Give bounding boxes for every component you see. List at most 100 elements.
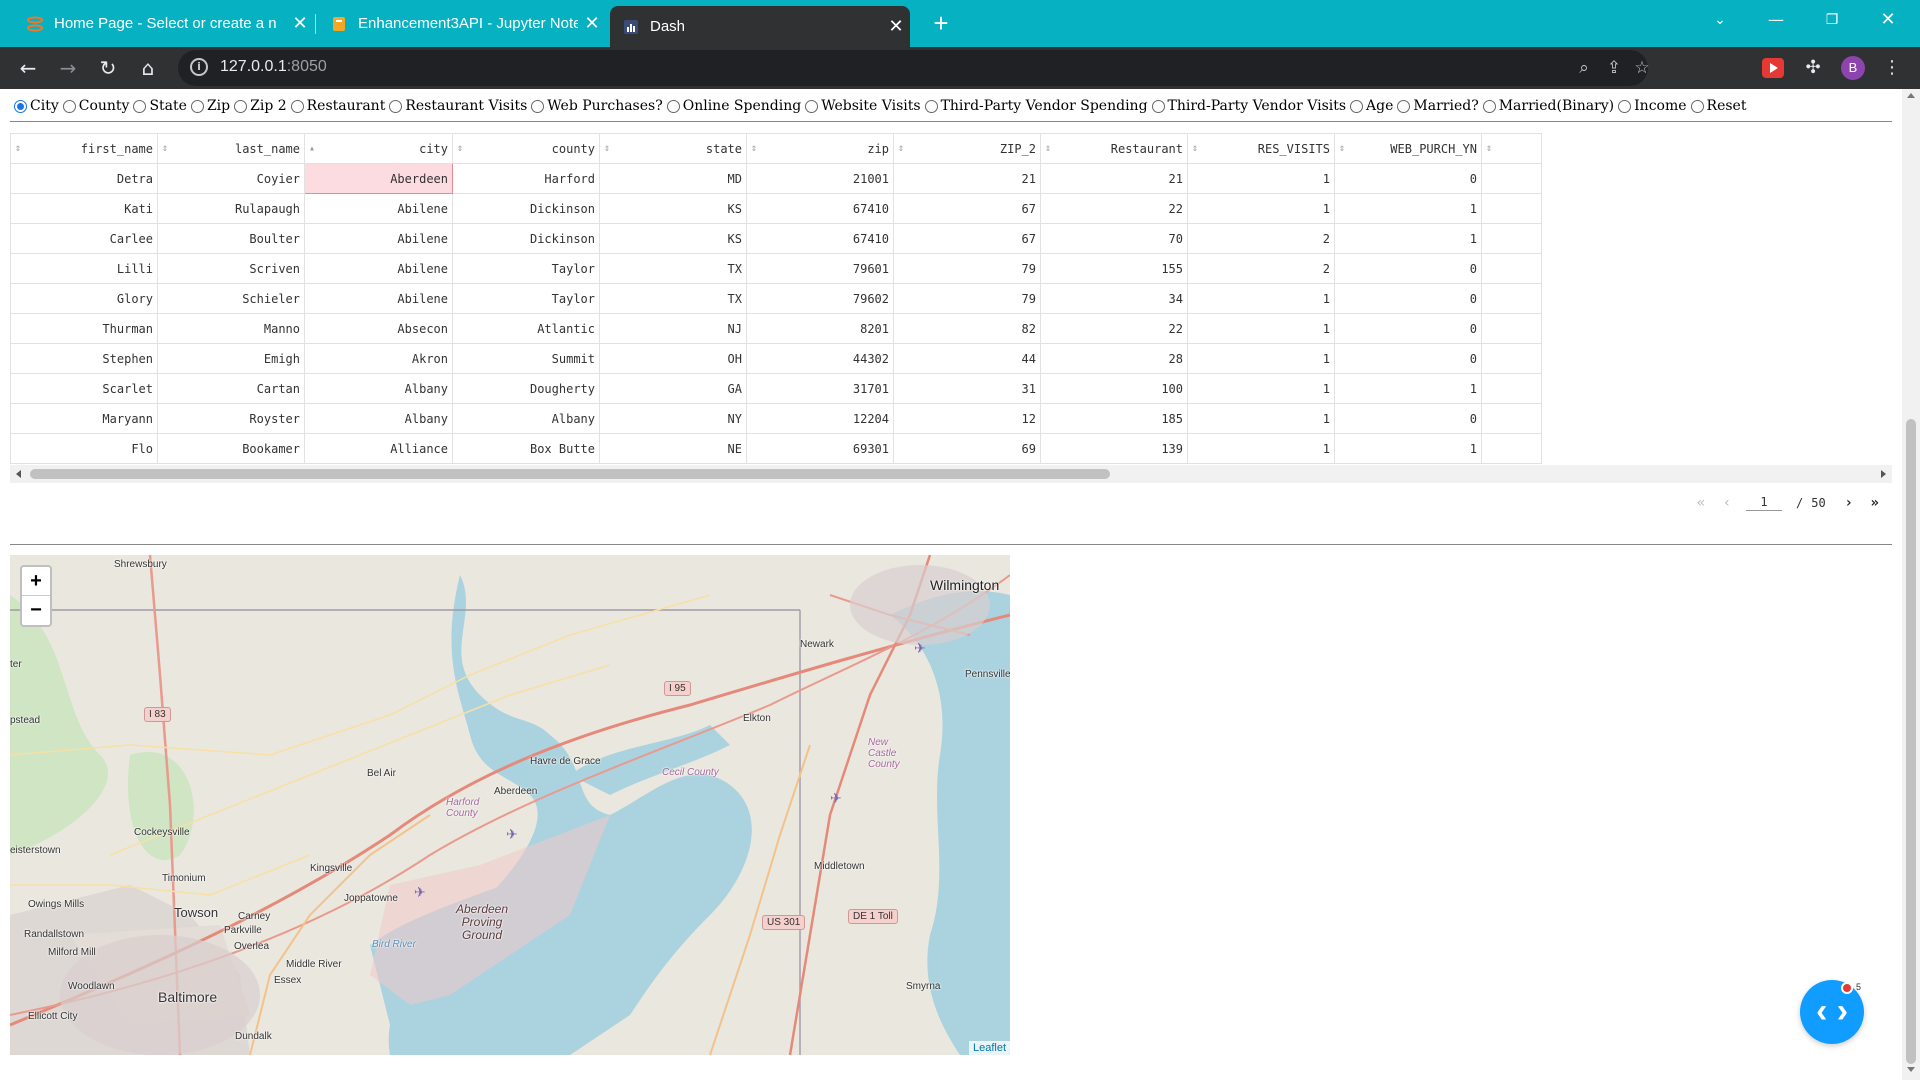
table-cell-city[interactable]: Abilene	[304, 193, 453, 224]
radio-button-icon[interactable]	[234, 99, 248, 113]
table-cell-zip_2[interactable]: 12	[893, 403, 1041, 434]
sort-icon[interactable]: ⇕	[751, 143, 757, 154]
radio-button-icon[interactable]	[924, 99, 938, 113]
radio-option-web-purchases[interactable]: Web Purchases?	[531, 98, 663, 114]
sort-icon[interactable]: ⇕	[604, 143, 610, 154]
radio-option-married[interactable]: Married?	[1397, 98, 1479, 114]
site-info-icon[interactable]: i	[190, 58, 208, 76]
share-icon[interactable]: ⇪	[1602, 56, 1626, 80]
last-page-icon[interactable]: »	[1862, 495, 1888, 511]
table-cell-restaurant[interactable]: 28	[1040, 343, 1188, 374]
table-cell-first_name[interactable]: Scarlet	[10, 373, 158, 404]
table-cell-web_purch_yn[interactable]: 0	[1334, 163, 1482, 194]
table-cell-partial[interactable]	[1481, 343, 1542, 374]
table-horizontal-scrollbar[interactable]	[10, 465, 1892, 483]
radio-option-website-visits[interactable]: Website Visits	[805, 98, 921, 114]
sort-icon[interactable]: ⇕	[1486, 143, 1492, 154]
table-cell-county[interactable]: Dickinson	[452, 223, 600, 254]
table-cell-city[interactable]: Alliance	[304, 433, 453, 464]
table-cell-res_visits[interactable]: 1	[1187, 433, 1335, 464]
table-cell-first_name[interactable]: Flo	[10, 433, 158, 464]
new-tab-button[interactable]: +	[924, 6, 958, 40]
close-tab-icon[interactable]: ✕	[882, 16, 910, 37]
table-cell-res_visits[interactable]: 1	[1187, 163, 1335, 194]
scrollbar-thumb[interactable]	[1906, 419, 1916, 1064]
table-cell-county[interactable]: Albany	[452, 403, 600, 434]
tab-search-icon[interactable]: ⌄	[1692, 0, 1748, 40]
sort-icon[interactable]: ▴	[309, 143, 315, 154]
address-bar[interactable]: i 127.0.0.1:8050 ⌕ ⇪ ☆	[178, 50, 1650, 86]
table-cell-res_visits[interactable]: 1	[1187, 373, 1335, 404]
table-cell-zip_2[interactable]: 79	[893, 283, 1041, 314]
table-cell-restaurant[interactable]: 185	[1040, 403, 1188, 434]
table-cell-restaurant[interactable]: 70	[1040, 223, 1188, 254]
table-cell-first_name[interactable]: Carlee	[10, 223, 158, 254]
table-cell-web_purch_yn[interactable]: 0	[1334, 253, 1482, 284]
table-cell-web_purch_yn[interactable]: 0	[1334, 313, 1482, 344]
radio-option-state[interactable]: State	[133, 98, 187, 114]
close-tab-icon[interactable]: ✕	[578, 13, 606, 34]
table-cell-web_purch_yn[interactable]: 1	[1334, 223, 1482, 254]
table-cell-state[interactable]: MD	[599, 163, 747, 194]
table-cell-zip[interactable]: 79602	[746, 283, 894, 314]
radio-option-reset[interactable]: Reset	[1690, 98, 1746, 114]
table-cell-web_purch_yn[interactable]: 0	[1334, 403, 1482, 434]
table-cell-partial[interactable]	[1481, 433, 1542, 464]
column-header-zip_2[interactable]: ⇕ ZIP_2	[893, 133, 1041, 164]
table-cell-zip_2[interactable]: 44	[893, 343, 1041, 374]
table-cell-county[interactable]: Dougherty	[452, 373, 600, 404]
table-cell-web_purch_yn[interactable]: 1	[1334, 193, 1482, 224]
radio-button-icon[interactable]	[1151, 99, 1165, 113]
current-page-input[interactable]: 1	[1746, 495, 1782, 511]
table-cell-web_purch_yn[interactable]: 1	[1334, 433, 1482, 464]
table-cell-restaurant[interactable]: 155	[1040, 253, 1188, 284]
table-cell-city[interactable]: Abilene	[304, 253, 453, 284]
radio-button-icon[interactable]	[133, 99, 147, 113]
table-cell-zip[interactable]: 12204	[746, 403, 894, 434]
restore-button[interactable]: ❐	[1804, 0, 1860, 40]
table-cell-web_purch_yn[interactable]: 0	[1334, 343, 1482, 374]
table-cell-first_name[interactable]: Glory	[10, 283, 158, 314]
radio-option-zip-2[interactable]: Zip 2	[234, 98, 287, 114]
column-header-last_name[interactable]: ⇕ last_name	[157, 133, 305, 164]
column-header-restaurant[interactable]: ⇕ Restaurant	[1040, 133, 1188, 164]
table-cell-res_visits[interactable]: 1	[1187, 193, 1335, 224]
table-cell-state[interactable]: NE	[599, 433, 747, 464]
table-cell-zip[interactable]: 31701	[746, 373, 894, 404]
back-button[interactable]: ←	[12, 52, 44, 84]
table-cell-zip_2[interactable]: 67	[893, 223, 1041, 254]
next-page-icon[interactable]: ›	[1836, 495, 1862, 511]
sort-icon[interactable]: ⇕	[898, 143, 904, 154]
table-cell-zip_2[interactable]: 82	[893, 313, 1041, 344]
table-cell-last_name[interactable]: Manno	[157, 313, 305, 344]
table-cell-restaurant[interactable]: 22	[1040, 193, 1188, 224]
page-vertical-scrollbar[interactable]	[1902, 89, 1920, 1080]
sort-icon[interactable]: ⇕	[457, 143, 463, 154]
table-cell-partial[interactable]	[1481, 193, 1542, 224]
bookmark-star-icon[interactable]: ☆	[1630, 56, 1654, 80]
extensions-puzzle-icon[interactable]: ✣	[1802, 58, 1824, 78]
table-cell-restaurant[interactable]: 100	[1040, 373, 1188, 404]
table-cell-county[interactable]: Harford	[452, 163, 600, 194]
column-header-partial[interactable]: ⇕	[1481, 133, 1542, 164]
table-cell-state[interactable]: OH	[599, 343, 747, 374]
table-cell-zip_2[interactable]: 67	[893, 193, 1041, 224]
table-cell-zip[interactable]: 79601	[746, 253, 894, 284]
column-header-first_name[interactable]: ⇕ first_name	[10, 133, 158, 164]
home-icon[interactable]: ⌂	[132, 52, 164, 84]
table-cell-city[interactable]: Albany	[304, 403, 453, 434]
radio-button-icon[interactable]	[531, 99, 545, 113]
close-window-button[interactable]: ✕	[1860, 0, 1916, 40]
table-cell-zip[interactable]: 67410	[746, 223, 894, 254]
table-cell-web_purch_yn[interactable]: 1	[1334, 373, 1482, 404]
table-cell-county[interactable]: Atlantic	[452, 313, 600, 344]
forward-button[interactable]: →	[52, 52, 84, 84]
sort-icon[interactable]: ⇕	[162, 143, 168, 154]
table-cell-partial[interactable]	[1481, 403, 1542, 434]
radio-option-third-party-vendor-spending[interactable]: Third-Party Vendor Spending	[924, 98, 1148, 114]
zoom-out-button[interactable]: −	[22, 596, 50, 625]
radio-option-married-binary[interactable]: Married(Binary)	[1482, 98, 1614, 114]
table-cell-state[interactable]: TX	[599, 253, 747, 284]
zoom-icon[interactable]: ⌕	[1572, 56, 1596, 80]
sort-icon[interactable]: ⇕	[1339, 143, 1345, 154]
